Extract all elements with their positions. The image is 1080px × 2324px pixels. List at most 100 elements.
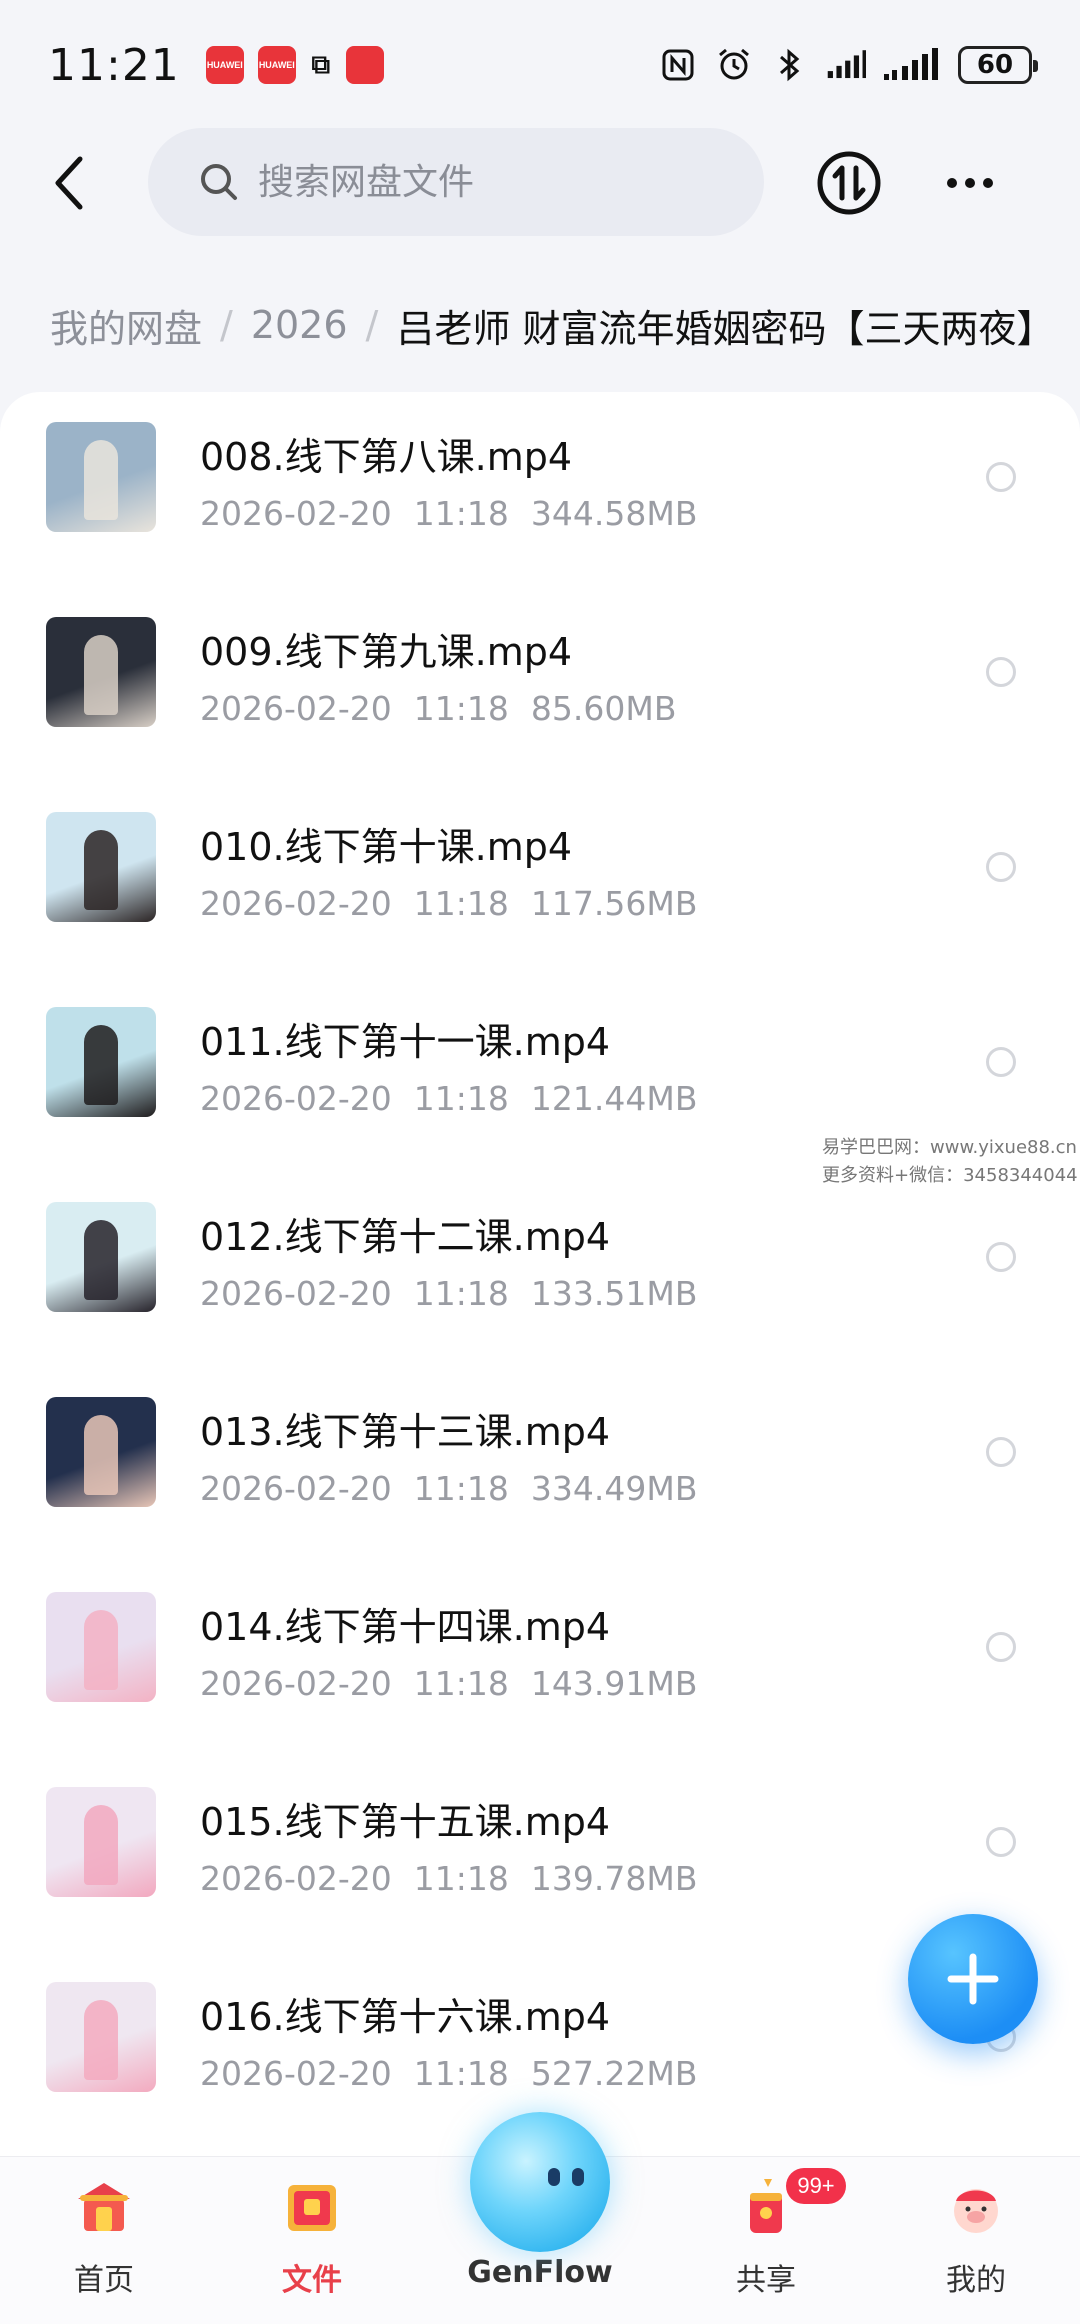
chevron-left-icon (55, 156, 83, 210)
file-time: 11:18 (413, 884, 509, 923)
file-meta: 2026-02-20 11:18 143.91MB (200, 1664, 697, 1703)
bluetooth-icon (770, 45, 810, 85)
file-name: 015.线下第十五课.mp4 (200, 1800, 611, 1844)
file-time: 11:18 (413, 1859, 509, 1898)
video-thumbnail (46, 1007, 156, 1117)
video-thumbnail (46, 1202, 156, 1312)
genflow-orb-icon[interactable] (470, 2112, 610, 2252)
search-input[interactable] (258, 161, 738, 203)
alarm-icon (714, 45, 754, 85)
file-date: 2026-02-20 (200, 1079, 392, 1118)
file-row[interactable]: 010.线下第十课.mp4 2026-02-20 11:18 117.56MB (0, 782, 1080, 977)
thumbnail-figure (84, 1220, 118, 1300)
dot-icon (947, 178, 957, 188)
add-button[interactable] (908, 1914, 1038, 2044)
file-date: 2026-02-20 (200, 1859, 392, 1898)
nfc-icon (658, 45, 698, 85)
search-bar[interactable] (148, 128, 764, 236)
select-checkbox[interactable] (986, 1827, 1016, 1857)
file-time: 11:18 (413, 1469, 509, 1508)
thumbnail-figure (84, 830, 118, 910)
more-options-button[interactable] (940, 158, 1000, 208)
file-size: 85.60MB (530, 689, 677, 728)
file-meta: 2026-02-20 11:18 344.58MB (200, 494, 697, 533)
nav-label: 首页 (74, 2263, 134, 2298)
file-time: 11:18 (413, 689, 509, 728)
video-thumbnail (46, 1397, 156, 1507)
share-badge: 99+ (786, 2168, 846, 2204)
select-checkbox[interactable] (986, 1632, 1016, 1662)
transfer-icon (817, 151, 881, 215)
breadcrumb-item-root[interactable]: 我的网盘 (50, 298, 202, 353)
video-thumbnail (46, 1592, 156, 1702)
video-thumbnail (46, 812, 156, 922)
breadcrumb-separator: / (365, 303, 379, 347)
battery-indicator: 60 (958, 46, 1038, 84)
thumbnail-figure (84, 1025, 118, 1105)
status-time: 11:21 (48, 39, 180, 91)
thumbnail-figure (84, 440, 118, 520)
link-icon: ⧉ (311, 49, 331, 79)
file-time: 11:18 (413, 494, 509, 533)
file-name: 016.线下第十六课.mp4 (200, 1995, 611, 2039)
select-checkbox[interactable] (986, 1242, 1016, 1272)
home-icon (78, 2183, 130, 2231)
thumbnail-figure (84, 1415, 118, 1495)
profile-icon (954, 2189, 998, 2233)
file-meta: 2026-02-20 11:18 85.60MB (200, 689, 676, 728)
breadcrumb-item-year[interactable]: 2026 (251, 303, 348, 347)
file-time: 11:18 (413, 1079, 509, 1118)
watermark-line: 易学巴巴网：www.yixue88.cn (822, 1137, 1077, 1158)
file-meta: 2026-02-20 11:18 121.44MB (200, 1079, 697, 1118)
file-row[interactable]: 009.线下第九课.mp4 2026-02-20 11:18 85.60MB (0, 587, 1080, 782)
file-row[interactable]: 015.线下第十五课.mp4 2026-02-20 11:18 139.78MB (0, 1757, 1080, 1952)
orb-eye (548, 2168, 560, 2186)
file-time: 11:18 (413, 2054, 509, 2093)
select-checkbox[interactable] (986, 462, 1016, 492)
nav-item-files[interactable]: 文件 (232, 2157, 392, 2324)
thumbnail-figure (84, 635, 118, 715)
file-list: 008.线下第八课.mp4 2026-02-20 11:18 344.58MB 00… (0, 392, 1080, 2162)
nav-item-profile[interactable]: 我的 (896, 2157, 1056, 2324)
file-date: 2026-02-20 (200, 1664, 392, 1703)
file-name: 011.线下第十一课.mp4 (200, 1020, 611, 1064)
notification-app-icon (345, 46, 384, 84)
plus-icon (947, 1953, 999, 2005)
file-name: 013.线下第十三课.mp4 (200, 1410, 611, 1454)
nav-label: GenFlow (467, 2255, 613, 2290)
file-size: 133.51MB (530, 1274, 698, 1313)
file-name: 012.线下第十二课.mp4 (200, 1215, 611, 1259)
file-row[interactable]: 013.线下第十三课.mp4 2026-02-20 11:18 334.49MB (0, 1367, 1080, 1562)
orb-eye (572, 2168, 584, 2186)
breadcrumb-separator: / (220, 303, 233, 347)
file-date: 2026-02-20 (200, 1469, 392, 1508)
video-thumbnail (46, 1982, 156, 2092)
file-name: 009.线下第九课.mp4 (200, 630, 573, 674)
thumbnail-figure (84, 2000, 118, 2080)
top-bar (0, 128, 1080, 238)
file-icon (288, 2185, 336, 2231)
nav-label: 共享 (736, 2263, 796, 2298)
file-meta: 2026-02-20 11:18 334.49MB (200, 1469, 697, 1508)
select-checkbox[interactable] (986, 1437, 1016, 1467)
file-row[interactable]: 008.线下第八课.mp4 2026-02-20 11:18 344.58MB (0, 392, 1080, 587)
video-thumbnail (46, 617, 156, 727)
select-checkbox[interactable] (986, 852, 1016, 882)
dot-icon (983, 178, 993, 188)
nav-item-home[interactable]: 首页 (24, 2157, 184, 2324)
thumbnail-figure (84, 1805, 118, 1885)
file-time: 11:18 (413, 1274, 509, 1313)
select-checkbox[interactable] (986, 657, 1016, 687)
transfer-button[interactable] (816, 150, 882, 216)
status-indicators: 60 (658, 45, 1038, 85)
file-row[interactable]: 014.线下第十四课.mp4 2026-02-20 11:18 143.91MB (0, 1562, 1080, 1757)
select-checkbox[interactable] (986, 1047, 1016, 1077)
video-thumbnail (46, 422, 156, 532)
back-button[interactable] (40, 153, 100, 213)
status-app-icons: HUAWEI HUAWEI ⧉ (205, 46, 384, 84)
signal-icon (826, 45, 866, 85)
file-meta: 2026-02-20 11:18 133.51MB (200, 1274, 697, 1313)
huawei-app-icon: HUAWEI (205, 46, 244, 84)
file-row[interactable]: 012.线下第十二课.mp4 2026-02-20 11:18 133.51MB (0, 1172, 1080, 1367)
file-size: 344.58MB (530, 494, 698, 533)
